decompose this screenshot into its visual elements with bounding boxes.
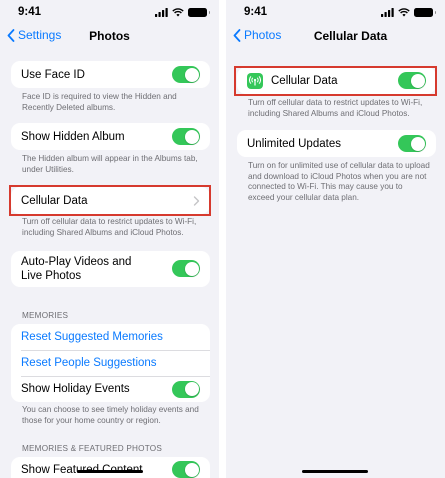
memories-group: Reset Suggested Memories Reset People Su… (11, 324, 210, 402)
memories-section-header: MEMORIES (22, 311, 69, 320)
memories-footnote: You can choose to see timely holiday eve… (22, 405, 199, 425)
autoplay-toggle[interactable] (172, 260, 200, 277)
signal-icon (381, 8, 394, 17)
autoplay-label-line2: Live Photos (21, 270, 82, 282)
signal-icon (155, 8, 168, 17)
cellular-data-highlight (234, 66, 437, 96)
status-bar: 9:41 (226, 0, 445, 24)
autoplay-label-line1: Auto-Play Videos and (21, 256, 132, 268)
home-indicator (77, 470, 143, 473)
hidden-album-toggle[interactable] (172, 128, 200, 145)
hidden-album-row[interactable]: Show Hidden Album (11, 123, 210, 150)
navigation-bar: Photos Cellular Data (226, 26, 445, 48)
status-icons (381, 8, 436, 17)
status-icons (155, 8, 210, 17)
battery-icon (414, 8, 436, 17)
reset-people-suggestions-link[interactable]: Reset People Suggestions (11, 350, 210, 376)
holiday-events-toggle[interactable] (172, 380, 200, 398)
hidden-album-group: Show Hidden Album (11, 123, 210, 150)
holiday-events-row[interactable]: Show Holiday Events (11, 376, 210, 402)
status-time: 9:41 (244, 6, 268, 18)
wifi-icon (398, 8, 410, 17)
face-id-group: Use Face ID (11, 61, 210, 88)
cellular-data-highlight (9, 185, 211, 216)
page-title: Photos (89, 29, 130, 43)
cellular-data-footnote: Turn off cellular data to restrict updat… (248, 98, 423, 118)
featured-group: Show Featured Content (11, 457, 210, 478)
face-id-toggle[interactable] (172, 66, 200, 83)
chevron-left-icon (233, 28, 241, 42)
cellular-data-screen: 9:41 Photos Cellular Data Cellular Data … (226, 0, 445, 478)
featured-section-header: MEMORIES & FEATURED PHOTOS (22, 444, 163, 453)
autoplay-row[interactable]: Auto-Play Videos and Live Photos (11, 251, 210, 287)
home-indicator (302, 470, 368, 473)
unlimited-updates-row[interactable]: Unlimited Updates (237, 130, 436, 157)
cellular-data-footnote: Turn off cellular data to restrict updat… (22, 217, 197, 237)
page-title: Cellular Data (313, 29, 388, 43)
navigation-bar: Settings Photos (0, 26, 219, 48)
photos-settings-screen: 9:41 Settings Photos Use Face ID Face ID… (0, 0, 219, 478)
featured-content-toggle[interactable] (172, 461, 200, 478)
face-id-row[interactable]: Use Face ID (11, 61, 210, 88)
reset-suggested-memories-label: Reset Suggested Memories (21, 331, 163, 343)
hidden-album-footnote: The Hidden album will appear in the Albu… (22, 154, 198, 174)
unlimited-updates-footnote: Turn on for unlimited use of cellular da… (248, 161, 430, 202)
status-bar: 9:41 (0, 0, 219, 24)
unlimited-updates-group: Unlimited Updates (237, 130, 436, 157)
wifi-icon (172, 8, 184, 17)
reset-people-suggestions-label: Reset People Suggestions (21, 357, 157, 369)
unlimited-updates-toggle[interactable] (398, 135, 426, 152)
autoplay-group: Auto-Play Videos and Live Photos (11, 251, 210, 287)
battery-icon (188, 8, 210, 17)
status-time: 9:41 (18, 6, 42, 18)
face-id-footnote: Face ID is required to view the Hidden a… (22, 92, 177, 112)
featured-content-row[interactable]: Show Featured Content (11, 457, 210, 478)
reset-suggested-memories-link[interactable]: Reset Suggested Memories (11, 324, 210, 350)
